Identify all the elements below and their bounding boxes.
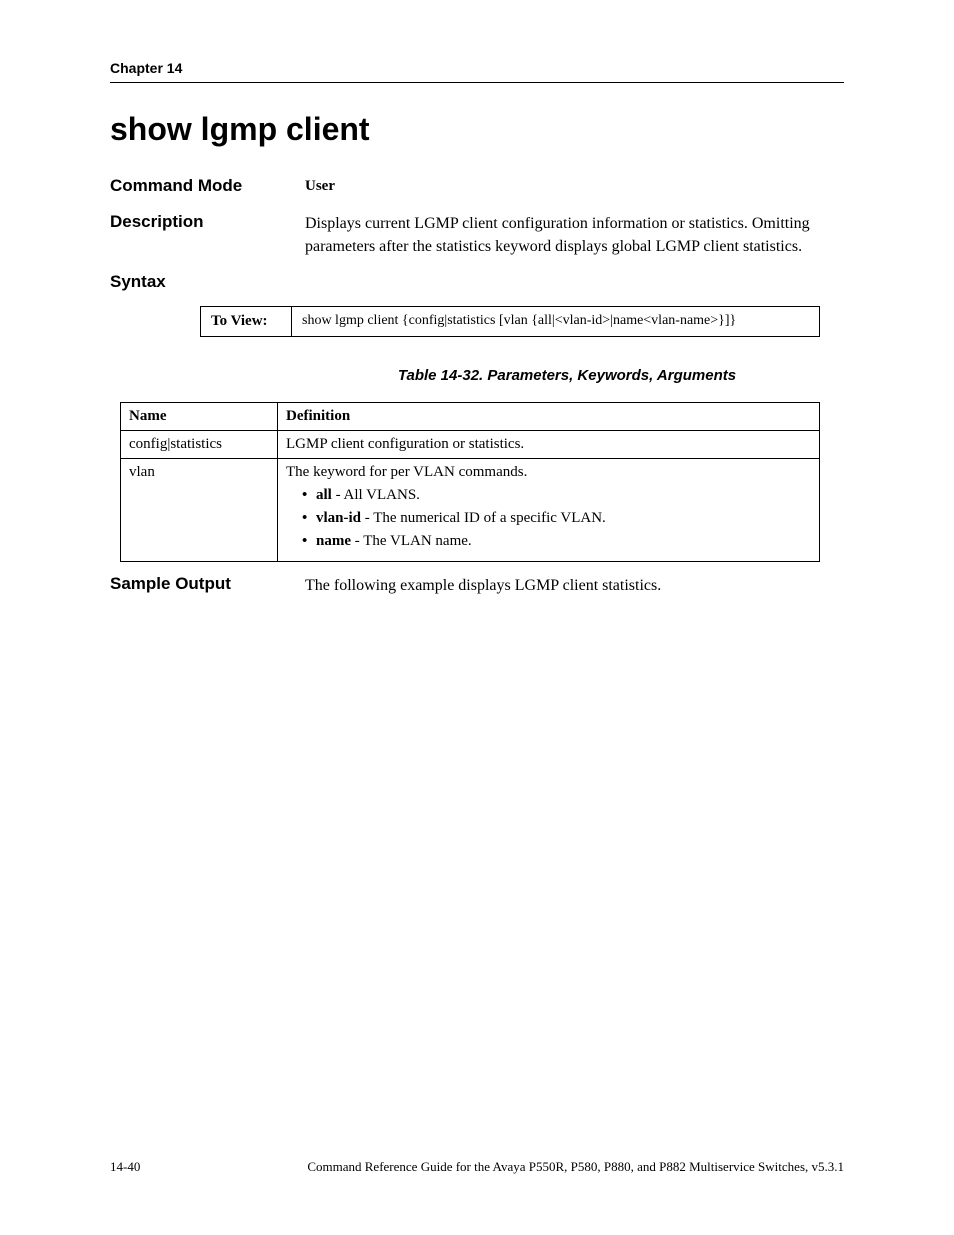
param-def-text: The keyword for per VLAN commands.: [286, 464, 527, 480]
params-header-name: Name: [121, 403, 278, 431]
sample-output-text: The following example displays LGMP clie…: [305, 574, 844, 597]
params-header-definition: Definition: [278, 403, 820, 431]
syntax-row: To View: show lgmp client {config|statis…: [201, 307, 820, 337]
command-mode-section: Command Mode User: [110, 176, 844, 198]
bullet-text: - The VLAN name.: [351, 533, 472, 549]
sample-output-label: Sample Output: [110, 574, 305, 594]
page-title: show lgmp client: [110, 111, 844, 148]
bullet-term: name: [316, 533, 351, 549]
page-number: 14-40: [110, 1159, 140, 1175]
param-bullets: all - All VLANS. vlan-id - The numerical…: [286, 487, 811, 550]
table-row: config|statistics LGMP client configurat…: [121, 431, 820, 459]
params-table: Name Definition config|statistics LGMP c…: [120, 402, 820, 562]
description-section: Description Displays current LGMP client…: [110, 212, 844, 258]
description-text: Displays current LGMP client configurati…: [305, 212, 844, 258]
bullet-text: - The numerical ID of a specific VLAN.: [361, 510, 606, 526]
bullet-term: vlan-id: [316, 510, 361, 526]
syntax-command: show lgmp client {config|statistics [vla…: [292, 307, 820, 337]
table-caption: Table 14-32. Parameters, Keywords, Argum…: [290, 367, 844, 384]
page-footer: 14-40 Command Reference Guide for the Av…: [110, 1159, 844, 1175]
params-header-row: Name Definition: [121, 403, 820, 431]
command-mode-label: Command Mode: [110, 176, 305, 196]
command-mode-value: User: [305, 176, 844, 198]
chapter-label: Chapter 14: [110, 60, 182, 76]
list-item: name - The VLAN name.: [316, 533, 811, 550]
sample-output-section: Sample Output The following example disp…: [110, 574, 844, 597]
param-def: LGMP client configuration or statistics.: [278, 431, 820, 459]
table-row: vlan The keyword for per VLAN commands. …: [121, 459, 820, 562]
syntax-label: Syntax: [110, 272, 305, 292]
param-name: config|statistics: [121, 431, 278, 459]
list-item: all - All VLANS.: [316, 487, 811, 504]
param-name: vlan: [121, 459, 278, 562]
bullet-term: all: [316, 487, 332, 503]
bullet-text: - All VLANS.: [332, 487, 420, 503]
syntax-table: To View: show lgmp client {config|statis…: [200, 306, 820, 337]
page-header: Chapter 14: [110, 60, 844, 83]
list-item: vlan-id - The numerical ID of a specific…: [316, 510, 811, 527]
syntax-section: Syntax: [110, 272, 844, 292]
syntax-row-label: To View:: [201, 307, 292, 337]
description-label: Description: [110, 212, 305, 232]
param-def: The keyword for per VLAN commands. all -…: [278, 459, 820, 562]
doc-title-footer: Command Reference Guide for the Avaya P5…: [200, 1159, 844, 1175]
